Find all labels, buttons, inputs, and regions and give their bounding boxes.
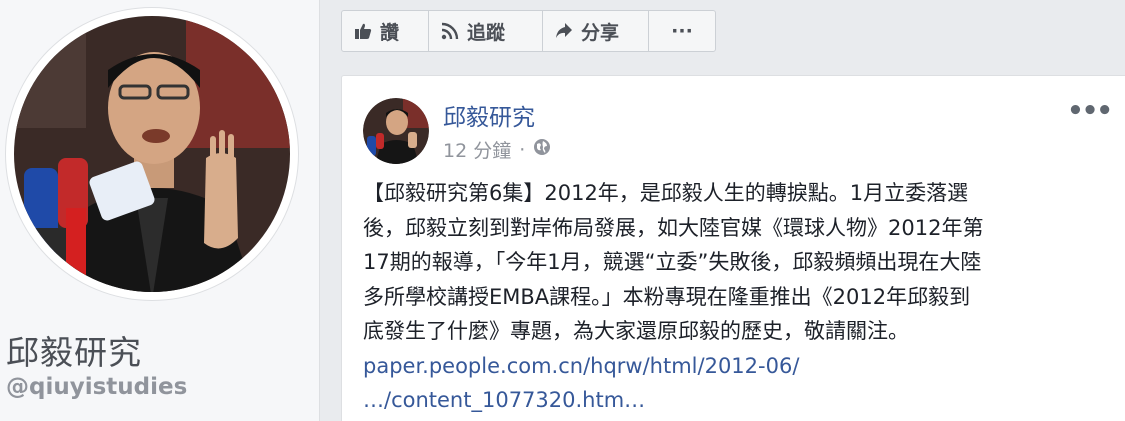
- like-button[interactable]: 讚: [342, 11, 429, 51]
- post-link-line: …/content_1077320.htm…: [363, 388, 646, 412]
- page-action-bar: 讚 追蹤 分享 ···: [341, 10, 716, 52]
- post-card: 邱毅研究 12 分鐘 · ••• 【邱毅研究第6集】2012年，是邱毅人生的轉捩…: [341, 75, 1125, 421]
- profile-sidebar: 邱毅研究 @qiuyistudies: [0, 0, 320, 421]
- post-link[interactable]: paper.people.com.cn/hqrw/html/2012-06/ ……: [363, 349, 1108, 418]
- post-text-line: 17期的報導，「今年1月，競選“立委”失敗後，邱毅頻頻出現在大陸: [363, 250, 982, 274]
- more-options-icon: ···: [671, 20, 693, 42]
- post-link-line: paper.people.com.cn/hqrw/html/2012-06/: [363, 353, 800, 378]
- post-author-name[interactable]: 邱毅研究: [443, 98, 535, 132]
- share-arrow-icon: [555, 22, 573, 40]
- like-button-label: 讚: [380, 21, 400, 44]
- post-text-line: 【邱毅研究第6集】2012年，是邱毅人生的轉捩點。1月立委落選: [363, 181, 969, 205]
- page-username[interactable]: @qiuyistudies: [6, 374, 187, 400]
- post-text-line: 底發生了什麼》專題，為大家還原邱毅的歷史，敬請關注。: [363, 319, 909, 343]
- globe-icon[interactable]: [533, 138, 551, 161]
- post-text-line: 後，邱毅立刻到對岸佈局發展，如大陸官媒《環球人物》2012年第: [363, 215, 984, 240]
- profile-picture[interactable]: [6, 8, 298, 300]
- avatar-image: [363, 98, 429, 164]
- post-metadata: 12 分鐘 ·: [443, 136, 551, 163]
- share-button[interactable]: 分享: [543, 11, 649, 51]
- rss-feed-icon: [441, 22, 459, 40]
- follow-button-label: 追蹤: [467, 21, 506, 44]
- post-text-line: 多所學校講授EMBA課程。」本粉專現在隆重推出《2012年邱毅到: [363, 284, 971, 309]
- post-text: 【邱毅研究第6集】2012年，是邱毅人生的轉捩點。1月立委落選 後，邱毅立刻到對…: [363, 176, 1108, 418]
- post-timestamp[interactable]: 12 分鐘: [443, 136, 511, 163]
- more-options-button[interactable]: ···: [649, 11, 715, 51]
- meta-separator: ·: [519, 138, 526, 161]
- thumbs-up-icon: [354, 22, 372, 40]
- post-author-avatar[interactable]: [363, 98, 429, 164]
- post-options-button[interactable]: •••: [1067, 96, 1113, 126]
- share-button-label: 分享: [581, 21, 620, 44]
- page-title[interactable]: 邱毅研究: [6, 326, 142, 374]
- follow-button[interactable]: 追蹤: [429, 11, 543, 51]
- profile-photo-illustration: [14, 16, 290, 292]
